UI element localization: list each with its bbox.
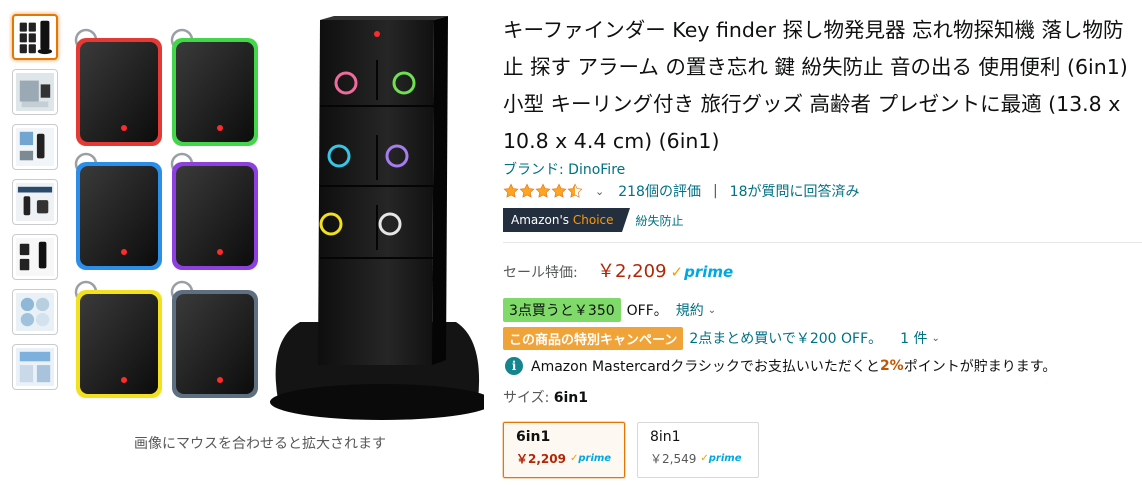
thumbnail-3[interactable] xyxy=(12,124,58,170)
option-price: ￥2,209 xyxy=(516,452,566,466)
divider xyxy=(503,242,1142,243)
size-option-6in1[interactable]: 6in1 ￥2,209 ✓prime xyxy=(503,422,625,478)
prime-check-icon: ✓ xyxy=(700,453,709,464)
option-name: 6in1 xyxy=(516,429,551,445)
thumbnail-1[interactable] xyxy=(12,14,58,60)
amazons-choice-badge: Amazon's Choice xyxy=(503,208,630,232)
bulk-discount-badge: 3点買うと￥350 xyxy=(503,298,621,322)
chevron-down-icon[interactable]: ⌄ xyxy=(932,333,940,344)
selected-size: 6in1 xyxy=(553,390,588,406)
promotion-row: この商品の特別キャンペーン 2点まとめ買いで￥200 OFF。 1 件 ⌄ xyxy=(503,326,1142,350)
prime-badge: ✓prime xyxy=(570,453,611,464)
choice-keyword-link[interactable]: 紛失防止 xyxy=(636,212,684,229)
separator: | xyxy=(712,183,718,199)
product-title: キーファインダー Key finder 探し物発見器 忘れ物探知機 落し物防 止… xyxy=(503,12,1142,160)
option-name: 8in1 xyxy=(650,429,681,445)
thumbnail-6[interactable] xyxy=(12,289,58,335)
amazons-choice-row: Amazon's Choice 紛失防止 xyxy=(503,208,1142,232)
option-price-row: ￥2,209 ✓prime xyxy=(516,450,612,467)
star-rating[interactable] xyxy=(503,183,583,199)
promotion-badge: この商品の特別キャンペーン xyxy=(503,326,684,350)
option-price-row: ￥2,549 ✓prime xyxy=(650,450,746,467)
thumbnail-5-image xyxy=(16,238,54,276)
thumbnail-4-image xyxy=(16,183,54,221)
thumbnail-4[interactable] xyxy=(12,179,58,225)
mastercard-percent: 2% xyxy=(879,358,904,374)
thumbnail-strip xyxy=(12,14,62,399)
title-line-2: 止 探す アラーム の置き忘れ 鍵 紛失防止 音の出る 使用便利 (6in1) xyxy=(503,55,1128,79)
price-row: セール特価: ￥2,209 ✓ prime xyxy=(503,257,1142,283)
product-illustration xyxy=(74,16,494,420)
prime-word: prime xyxy=(684,263,734,281)
star-half-icon xyxy=(567,183,583,198)
brand-link[interactable]: ブランド: DinoFire xyxy=(503,160,1142,180)
bulk-discount-text: OFF。 xyxy=(626,303,668,319)
size-label-row: サイズ: 6in1 xyxy=(503,387,1142,409)
star-icon xyxy=(535,183,551,198)
mastercard-text-before: Amazon Mastercardクラシックでお支払いいただくと xyxy=(531,359,880,375)
star-icon xyxy=(551,183,567,198)
choice-word: Choice xyxy=(572,213,614,227)
title-line-3: 小型 キーリング付き 旅行グッズ 高齢者 プレゼントに最適 (13.8 x xyxy=(503,92,1121,116)
answered-questions-link[interactable]: 18が質問に回答済み xyxy=(730,181,860,201)
prime-check-icon: ✓ xyxy=(670,263,684,281)
prime-word: prime xyxy=(708,453,742,464)
thumbnail-6-image xyxy=(16,293,54,331)
ratings-count-link[interactable]: 218個の評価 xyxy=(618,181,701,201)
mastercard-text-after: ポイントが貯まります。 xyxy=(903,359,1057,375)
thumbnail-3-image xyxy=(16,128,54,166)
option-price: ￥2,549 xyxy=(650,452,697,466)
zoom-hint: 画像にマウスを合わせると拡大されます xyxy=(134,436,386,452)
thumbnail-7[interactable] xyxy=(12,344,58,390)
main-product-image[interactable] xyxy=(64,10,494,425)
terms-link[interactable]: 規約 xyxy=(676,300,704,320)
thumbnail-1-image xyxy=(19,20,53,55)
promotion-count[interactable]: 1 件 xyxy=(900,328,927,348)
info-icon: i xyxy=(505,357,523,375)
promotion-link[interactable]: 2点まとめ買いで￥200 OFF。 xyxy=(689,328,882,348)
choice-prefix: Amazon's xyxy=(511,213,573,227)
thumbnail-5[interactable] xyxy=(12,234,58,280)
title-line-1: キーファインダー Key finder 探し物発見器 忘れ物探知機 落し物防 xyxy=(503,18,1124,42)
thumbnail-2[interactable] xyxy=(12,69,58,115)
bulk-discount-row: 3点買うと￥350 OFF。 規約 ⌄ xyxy=(503,298,1142,322)
size-label: サイズ: xyxy=(503,390,550,406)
thumbnail-2-image xyxy=(16,73,54,111)
remote-control xyxy=(270,16,494,420)
sale-price: ￥2,209 xyxy=(597,261,667,282)
prime-word: prime xyxy=(578,453,612,464)
product-detail: キーファインダー Key finder 探し物発見器 忘れ物探知機 落し物防 止… xyxy=(503,12,1142,478)
thumbnail-7-image xyxy=(16,348,54,386)
chevron-down-icon[interactable]: ⌄ xyxy=(595,185,604,198)
tracker-tags xyxy=(74,28,258,398)
chevron-down-icon[interactable]: ⌄ xyxy=(708,305,716,316)
mastercard-row: i Amazon Mastercardクラシックでお支払いいただくと 2% ポイント… xyxy=(503,355,1142,377)
price-label: セール特価: xyxy=(503,265,578,281)
prime-badge: ✓prime xyxy=(700,453,741,464)
prime-badge: ✓prime xyxy=(671,263,734,281)
title-line-4: 10.8 x 4.4 cm) (6in1) xyxy=(503,129,720,153)
rating-row: ⌄ 218個の評価 | 18が質問に回答済み xyxy=(503,180,1142,202)
size-options: 6in1 ￥2,209 ✓prime 8in1 ￥2,549 ✓prime xyxy=(503,422,1142,478)
star-icon xyxy=(519,183,535,198)
size-option-8in1[interactable]: 8in1 ￥2,549 ✓prime xyxy=(637,422,759,478)
star-icon xyxy=(503,183,519,198)
